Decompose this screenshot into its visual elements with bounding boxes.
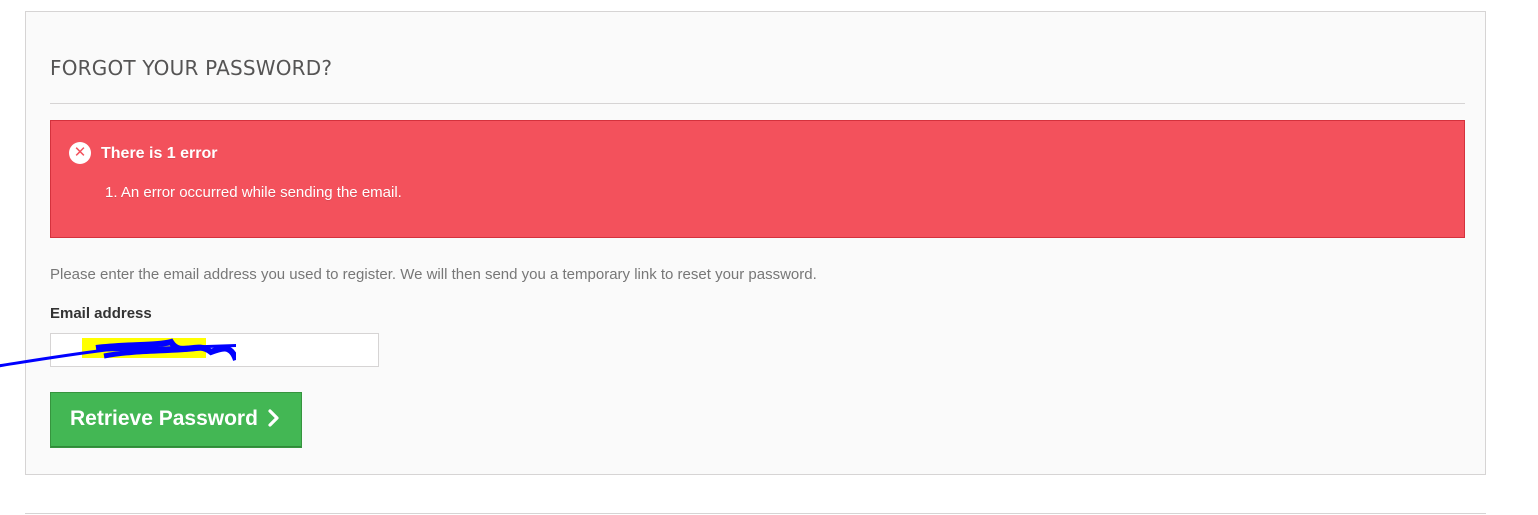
email-label: Email address [50,305,152,322]
error-alert-title: There is 1 error [101,145,218,162]
chevron-right-icon [268,409,280,433]
error-alert: ✕ There is 1 error 1. An error occurred … [50,120,1465,238]
error-message: An error occurred while sending the emai… [120,184,402,201]
email-field[interactable] [50,333,379,367]
error-list: 1. An error occurred while sending the e… [105,184,402,201]
close-circle-icon: ✕ [69,142,91,164]
heading-divider [50,103,1465,104]
page-title: FORGOT YOUR PASSWORD? [50,56,333,80]
page: FORGOT YOUR PASSWORD? ✕ There is 1 error… [0,0,1538,515]
footer-divider [25,513,1486,514]
retrieve-password-button[interactable]: Retrieve Password [50,392,302,448]
forgot-password-panel: FORGOT YOUR PASSWORD? ✕ There is 1 error… [0,11,1486,475]
error-list-item: 1. An error occurred while sending the e… [105,184,402,201]
retrieve-password-label: Retrieve Password [70,407,258,430]
instructions-text: Please enter the email address you used … [50,266,817,283]
